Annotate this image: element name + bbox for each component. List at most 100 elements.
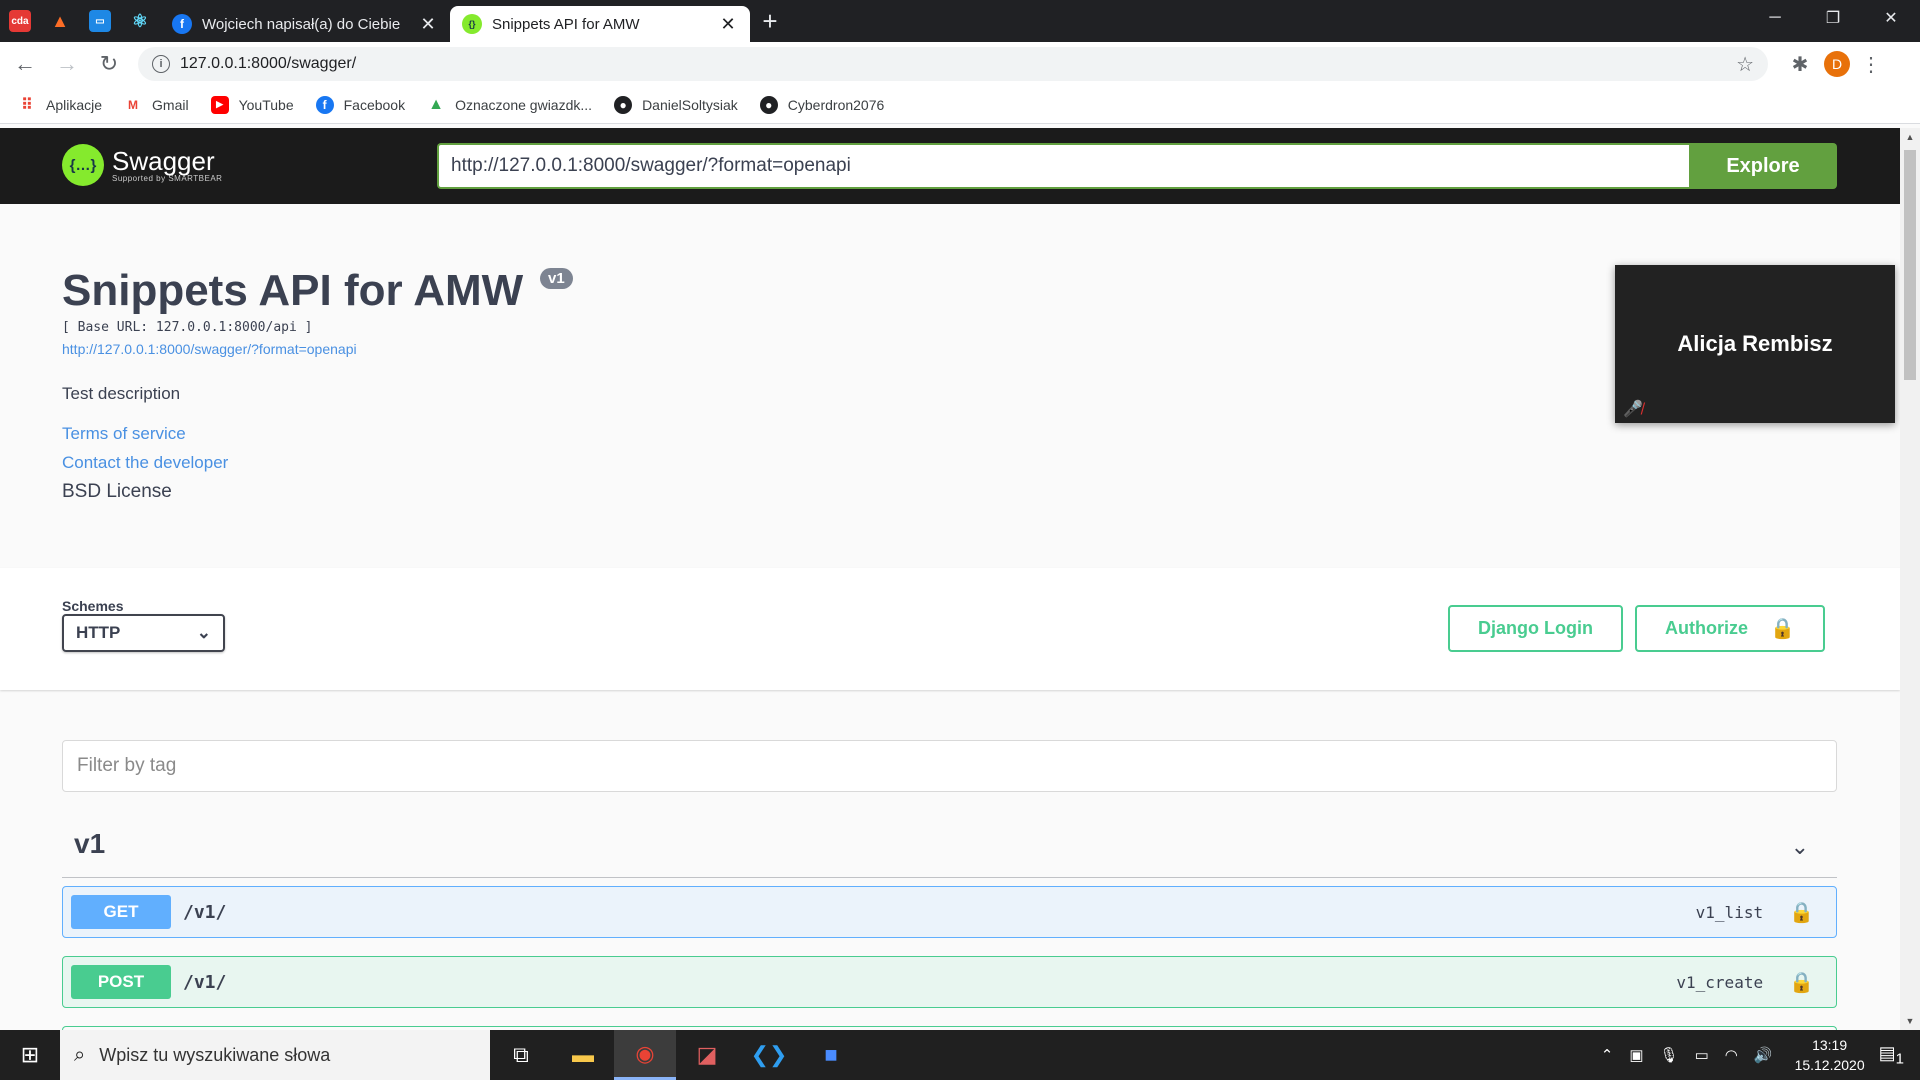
- bookmark-gmail[interactable]: M Gmail: [124, 96, 189, 114]
- facebook-icon: f: [172, 14, 192, 34]
- scroll-down-arrow-icon[interactable]: ▼: [1900, 1016, 1920, 1026]
- tag-section-header[interactable]: v1 ⌄: [62, 820, 1837, 878]
- volume-icon[interactable]: 🔊: [1754, 1046, 1773, 1064]
- operation-path: /v1/: [183, 901, 227, 923]
- browser-menu-icon[interactable]: ⋮: [1856, 52, 1886, 77]
- bookmark-drive-starred[interactable]: ▲ Oznaczone gwiazdk...: [427, 96, 592, 114]
- bookmarks-bar: ⠿ Aplikacje M Gmail ▶ YouTube f Facebook…: [0, 86, 1920, 124]
- bookmark-label: Oznaczone gwiazdk...: [455, 96, 593, 113]
- windows-taskbar: ⊞ ⌕ Wpisz tu wyszukiwane słowa ⧉ ▬ ◉ ◪ ❮…: [0, 1030, 1920, 1080]
- apps-grid-icon: ⠿: [21, 96, 33, 114]
- api-description: Test description: [62, 384, 181, 403]
- authorize-label: Authorize: [1665, 618, 1749, 638]
- site-info-icon[interactable]: i: [152, 55, 170, 73]
- authorize-button[interactable]: Authorize 🔒: [1635, 605, 1825, 652]
- microphone-muted-icon: 🎤̸: [1623, 401, 1643, 418]
- zoom-icon[interactable]: ■: [800, 1030, 862, 1080]
- operation-post-v1[interactable]: POST /v1/ v1_create 🔒: [62, 956, 1837, 1008]
- swagger-topbar: {…} Swagger Supported by SMARTBEAR http:…: [0, 128, 1900, 204]
- reload-button[interactable]: ↻: [92, 47, 126, 81]
- bookmark-aplikacje[interactable]: ⠿ Aplikacje: [18, 96, 102, 114]
- cda-icon: cda: [9, 10, 31, 32]
- bookmark-cyberdron2076[interactable]: ● Cyberdron2076: [759, 95, 885, 114]
- tab-snippets-api[interactable]: {} Snippets API for AMW ✕: [450, 6, 750, 42]
- spec-link[interactable]: http://127.0.0.1:8000/swagger/?format=op…: [62, 341, 357, 357]
- task-view-icon[interactable]: ⧉: [490, 1030, 552, 1080]
- address-bar[interactable]: i 127.0.0.1:8000/swagger/ ☆: [138, 47, 1768, 81]
- lock-icon[interactable]: 🔒: [1789, 900, 1814, 925]
- bookmark-label: Aplikacje: [46, 96, 103, 113]
- method-badge: POST: [71, 965, 171, 999]
- operation-get-v1[interactable]: GET /v1/ v1_list 🔒: [62, 886, 1837, 938]
- lock-icon[interactable]: 🔒: [1789, 970, 1814, 995]
- pinned-tab-cda[interactable]: cda: [0, 0, 40, 42]
- explore-button[interactable]: Explore: [1689, 143, 1837, 189]
- github-icon: ●: [614, 95, 633, 114]
- chrome-icon[interactable]: ◉: [614, 1030, 676, 1080]
- chevron-down-icon: ⌄: [196, 623, 211, 642]
- minimize-button[interactable]: ─: [1746, 0, 1804, 36]
- bookmark-youtube[interactable]: ▶ YouTube: [210, 95, 294, 114]
- chevron-up-icon[interactable]: ⌃: [1601, 1046, 1614, 1064]
- new-tab-button[interactable]: +: [750, 0, 790, 42]
- bookmark-facebook[interactable]: f Facebook: [315, 95, 405, 114]
- pinned-tab-gitlab[interactable]: ▲: [40, 0, 80, 42]
- url-text: 127.0.0.1:8000/swagger/: [180, 55, 357, 72]
- gitlab-icon: ▲: [51, 10, 69, 31]
- browser-toolbar: ← → ↻ i 127.0.0.1:8000/swagger/ ☆ ✱ D ⋮: [0, 42, 1920, 86]
- schemes-label: Schemes: [62, 598, 124, 614]
- bookmark-danielsoltysiak[interactable]: ● DanielSoltysiak: [614, 95, 738, 114]
- close-window-button[interactable]: ✕: [1862, 0, 1920, 36]
- page-scrollbar[interactable]: ▲ ▼: [1900, 128, 1920, 1030]
- facebook-icon: f: [315, 95, 334, 114]
- snipping-tool-icon[interactable]: ◪: [676, 1030, 738, 1080]
- extensions-puzzle-icon[interactable]: ✱: [1782, 52, 1818, 77]
- pinned-tab-react[interactable]: ⚛: [120, 0, 160, 42]
- spec-url-input[interactable]: http://127.0.0.1:8000/swagger/?format=op…: [437, 143, 1689, 189]
- profile-avatar[interactable]: D: [1824, 51, 1850, 77]
- lock-icon: 🔒: [1770, 618, 1795, 640]
- vscode-icon[interactable]: ❮❯: [738, 1030, 800, 1080]
- taskbar-search[interactable]: ⌕ Wpisz tu wyszukiwane słowa: [60, 1030, 490, 1080]
- restore-button[interactable]: ❐: [1804, 0, 1862, 36]
- tab-facebook-message[interactable]: f Wojciech napisał(a) do Ciebie ✕: [160, 6, 450, 42]
- file-explorer-icon[interactable]: ▬: [552, 1030, 614, 1080]
- scroll-up-arrow-icon[interactable]: ▲: [1900, 132, 1920, 142]
- back-button[interactable]: ←: [8, 47, 42, 81]
- taskbar-clock[interactable]: 13:19 15.12.2020: [1795, 1035, 1865, 1075]
- operation-id: v1_create: [1676, 972, 1764, 992]
- filter-by-tag-input[interactable]: Filter by tag: [62, 740, 1837, 792]
- base-url: [ Base URL: 127.0.0.1:8000/api ]: [62, 320, 313, 335]
- bookmark-star-icon[interactable]: ☆: [1736, 52, 1754, 77]
- wifi-icon[interactable]: ◠: [1725, 1046, 1738, 1064]
- contact-developer-link[interactable]: Contact the developer: [62, 453, 228, 473]
- scheme-container: Schemes HTTP ⌄ Django Login Authorize 🔒: [0, 568, 1900, 690]
- microphone-icon[interactable]: 🎙: [1660, 1046, 1679, 1064]
- battery-icon[interactable]: ▭: [1695, 1046, 1709, 1064]
- chevron-down-icon[interactable]: ⌄: [1791, 834, 1809, 860]
- forward-button[interactable]: →: [50, 47, 84, 81]
- system-tray: ⌃ ▣ 🎙 ▭ ◠ 🔊 13:19 15.12.2020 ▤1: [1593, 1030, 1920, 1080]
- terms-of-service-link[interactable]: Terms of service: [62, 424, 186, 444]
- bookmark-label: Cyberdron2076: [787, 96, 885, 113]
- swagger-brand-sub: Supported by SMARTBEAR: [112, 173, 223, 183]
- close-tab-icon[interactable]: ✕: [718, 14, 738, 35]
- version-badge: v1: [540, 268, 573, 289]
- operation-id: v1_list: [1695, 902, 1764, 922]
- swagger-logo[interactable]: {…} Swagger Supported by SMARTBEAR: [62, 144, 222, 186]
- video-call-overlay[interactable]: Alicja Rembisz 🎤̸: [1615, 265, 1895, 423]
- tab-title: Snippets API for AMW: [492, 15, 640, 33]
- close-tab-icon[interactable]: ✕: [418, 14, 438, 35]
- schemes-select[interactable]: HTTP ⌄: [62, 614, 225, 652]
- camera-icon[interactable]: ▣: [1629, 1046, 1643, 1064]
- notification-center-icon[interactable]: ▤1: [1879, 1043, 1904, 1068]
- scheme-selected-value: HTTP: [76, 623, 121, 642]
- scrollbar-thumb[interactable]: [1904, 150, 1916, 380]
- django-login-button[interactable]: Django Login: [1448, 605, 1623, 652]
- api-title: Snippets API for AMW: [62, 266, 524, 315]
- windows-start-icon[interactable]: ⊞: [0, 1030, 60, 1080]
- gmail-icon: M: [128, 97, 139, 112]
- clock-time: 13:19: [1812, 1037, 1848, 1053]
- pinned-tab-window[interactable]: ▭: [80, 0, 120, 42]
- notification-count: 1: [1895, 1050, 1904, 1068]
